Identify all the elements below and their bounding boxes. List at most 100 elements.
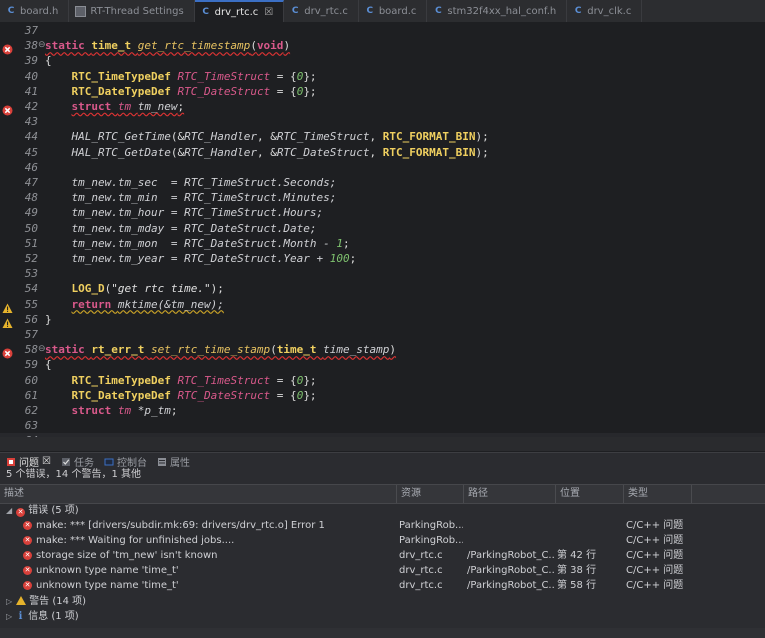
editor-tab[interactable]: Cboard.c [359,0,428,22]
code-line[interactable]: 60 RTC_TimeTypeDef RTC_TimeStruct = {0}; [0,373,765,388]
code-text[interactable]: HAL_RTC_GetTime(&RTC_Handler, &RTC_TimeS… [45,129,489,144]
code-line[interactable]: 61 RTC_DateTypeDef RTC_DateStruct = {0}; [0,388,765,403]
code-text[interactable]: return mktime(&tm_new); [45,297,224,312]
panel-tab[interactable]: 控制台 [98,454,151,469]
panel-tab[interactable]: 属性 [151,454,194,469]
code-line[interactable]: 49 tm_new.tm_hour = RTC_TimeStruct.Hours… [0,205,765,220]
code-line[interactable]: 48 tm_new.tm_min = RTC_TimeStruct.Minute… [0,190,765,205]
editor-tab[interactable]: RT-Thread Settings [69,0,195,22]
code-editor[interactable]: 37 38 ⊖ static time_t get_rtc_timestamp(voi… [0,22,765,451]
code-line[interactable]: 59 { [0,357,765,372]
code-line[interactable]: 42 struct tm tm_new; [0,99,765,116]
code-text[interactable]: static rt_err_t set_rtc_time_stamp(time_… [45,342,396,357]
code-text[interactable]: { [45,53,52,68]
problem-row[interactable]: ✕ make: *** Waiting for unfinished jobs..… [0,533,765,548]
close-panel-tab-icon[interactable]: ☒ [42,456,51,467]
problem-row[interactable]: ✕ storage size of 'tm_new' isn't known drv… [0,548,765,563]
error-group-row[interactable]: ◢ ✕ 错误 (5 项) [0,503,765,518]
column-header-description[interactable]: 描述 [0,485,396,503]
editor-horizontal-scrollbar[interactable] [0,437,765,451]
collapse-triangle-icon[interactable]: ▷ [6,594,16,609]
code-line[interactable]: 41 RTC_DateTypeDef RTC_DateStruct = {0}; [0,84,765,99]
code-text[interactable]: tm_new.tm_mon = RTC_DateStruct.Month - 1… [45,236,350,251]
code-token: } [45,312,52,326]
editor-tab[interactable]: Cstm32f4xx_hal_conf.h [427,0,568,22]
code-line[interactable]: 63 [0,418,765,433]
code-text[interactable]: { [45,357,52,372]
panel-tab[interactable]: 问题 ☒ [0,454,55,469]
code-text[interactable]: struct tm tm_new; [45,99,185,114]
code-line[interactable]: 53 [0,266,765,281]
code-text[interactable]: tm_new.tm_min = RTC_TimeStruct.Minutes; [45,190,337,205]
code-text[interactable]: RTC_TimeTypeDef RTC_TimeStruct = {0}; [45,69,317,84]
code-token: tm_new.tm_sec = RTC_TimeStruct.Seconds; [71,176,337,189]
code-text[interactable]: RTC_TimeTypeDef RTC_TimeStruct = {0}; [45,373,317,388]
warning-group-label: 警告 (14 项) [29,596,87,607]
code-token: RTC_DateTypeDef [71,388,178,402]
close-tab-icon[interactable]: ☒ [264,7,273,18]
column-header-path[interactable]: 路径 [463,485,555,503]
code-line[interactable]: 44 HAL_RTC_GetTime(&RTC_Handler, &RTC_Ti… [0,129,765,144]
code-line[interactable]: 50 tm_new.tm_mday = RTC_DateStruct.Date; [0,221,765,236]
code-text[interactable]: tm_new.tm_year = RTC_DateStruct.Year + 1… [45,251,357,266]
editor-tab[interactable]: Cdrv_rtc.c ☒ [194,0,285,22]
editor-tab[interactable]: Cdrv_rtc.c [284,0,359,22]
code-token: ( [270,343,277,357]
code-token: }; [303,373,317,387]
code-line[interactable]: 52 tm_new.tm_year = RTC_DateStruct.Year … [0,251,765,266]
editor-tab[interactable]: Cboard.h [0,0,70,22]
code-text[interactable]: } [45,312,52,327]
line-number: 48 [24,191,38,205]
editor-tab-label: board.c [378,5,417,17]
code-text[interactable]: RTC_DateTypeDef RTC_DateStruct = {0}; [45,388,317,403]
panel-tab[interactable]: 任务 [55,454,98,469]
code-line[interactable]: 62 struct tm *p_tm; [0,403,765,418]
c-file-icon: C [435,6,442,16]
column-header-location[interactable]: 位置 [555,485,623,503]
code-line[interactable]: 37 [0,23,765,38]
problem-loc: 第 38 行 [557,565,597,576]
code-line[interactable]: 57 [0,327,765,342]
code-line[interactable]: 54 LOG_D("get rtc time."); [0,281,765,296]
column-header-resource[interactable]: 资源 [396,485,463,503]
code-text[interactable]: RTC_DateTypeDef RTC_DateStruct = {0}; [45,84,317,99]
error-marker-icon[interactable] [2,40,13,55]
problem-path: /ParkingRobot_C... [467,565,555,576]
problem-row[interactable]: ✕ unknown type name 'time_t' drv_rtc.c/Par… [0,563,765,578]
error-marker-icon[interactable] [2,101,13,116]
expand-triangle-icon[interactable]: ◢ [6,503,16,518]
column-header-type[interactable]: 类型 [623,485,691,503]
problem-row[interactable]: ✕ unknown type name 'time_t' drv_rtc.c/Par… [0,578,765,593]
error-marker-icon[interactable] [2,344,13,359]
code-line[interactable]: 56} [0,312,765,328]
code-line[interactable]: 46 [0,160,765,175]
code-text[interactable]: LOG_D("get rtc time."); [45,281,224,296]
code-text[interactable]: tm_new.tm_mday = RTC_DateStruct.Date; [45,221,317,236]
code-text[interactable]: tm_new.tm_sec = RTC_TimeStruct.Seconds; [45,175,337,190]
panel-horizontal-scrollbar[interactable] [0,628,765,638]
code-line[interactable]: 39 { [0,53,765,68]
code-line[interactable]: 47 tm_new.tm_sec = RTC_TimeStruct.Second… [0,175,765,190]
code-token: RTC_DateStruct [177,388,271,402]
code-line[interactable]: 51 tm_new.tm_mon = RTC_DateStruct.Month … [0,236,765,251]
code-text[interactable]: struct tm *p_tm; [45,403,178,418]
code-line[interactable]: 43 [0,114,765,129]
code-line[interactable]: 38 ⊖ static time_t get_rtc_timestamp(void) [0,38,765,55]
code-text[interactable]: tm_new.tm_hour = RTC_TimeStruct.Hours; [45,205,324,220]
warning-marker-icon[interactable] [2,314,13,328]
code-line[interactable]: 45 HAL_RTC_GetDate(&RTC_Handler, &RTC_Da… [0,145,765,160]
problem-res: drv_rtc.c [399,565,443,576]
warning-group-row[interactable]: ▷ 警告 (14 项) [0,594,765,609]
info-group-row[interactable]: ▷ i 信息 (1 项) [0,609,765,624]
code-text[interactable]: HAL_RTC_GetDate(&RTC_Handler, &RTC_DateS… [45,145,489,160]
code-line[interactable]: 40 RTC_TimeTypeDef RTC_TimeStruct = {0}; [0,69,765,84]
code-line[interactable]: 55 return mktime(&tm_new); [0,297,765,313]
code-text[interactable]: static time_t get_rtc_timestamp(void) [45,38,290,53]
editor-tab[interactable]: Cdrv_clk.c [567,0,643,22]
collapse-triangle-icon[interactable]: ▷ [6,609,16,624]
problem-row[interactable]: ✕ make: *** [drivers/subdir.mk:69: driver… [0,518,765,533]
warning-marker-icon[interactable] [2,299,13,313]
code-line[interactable]: 58 ⊖ static rt_err_t set_rtc_time_stamp(ti… [0,342,765,359]
